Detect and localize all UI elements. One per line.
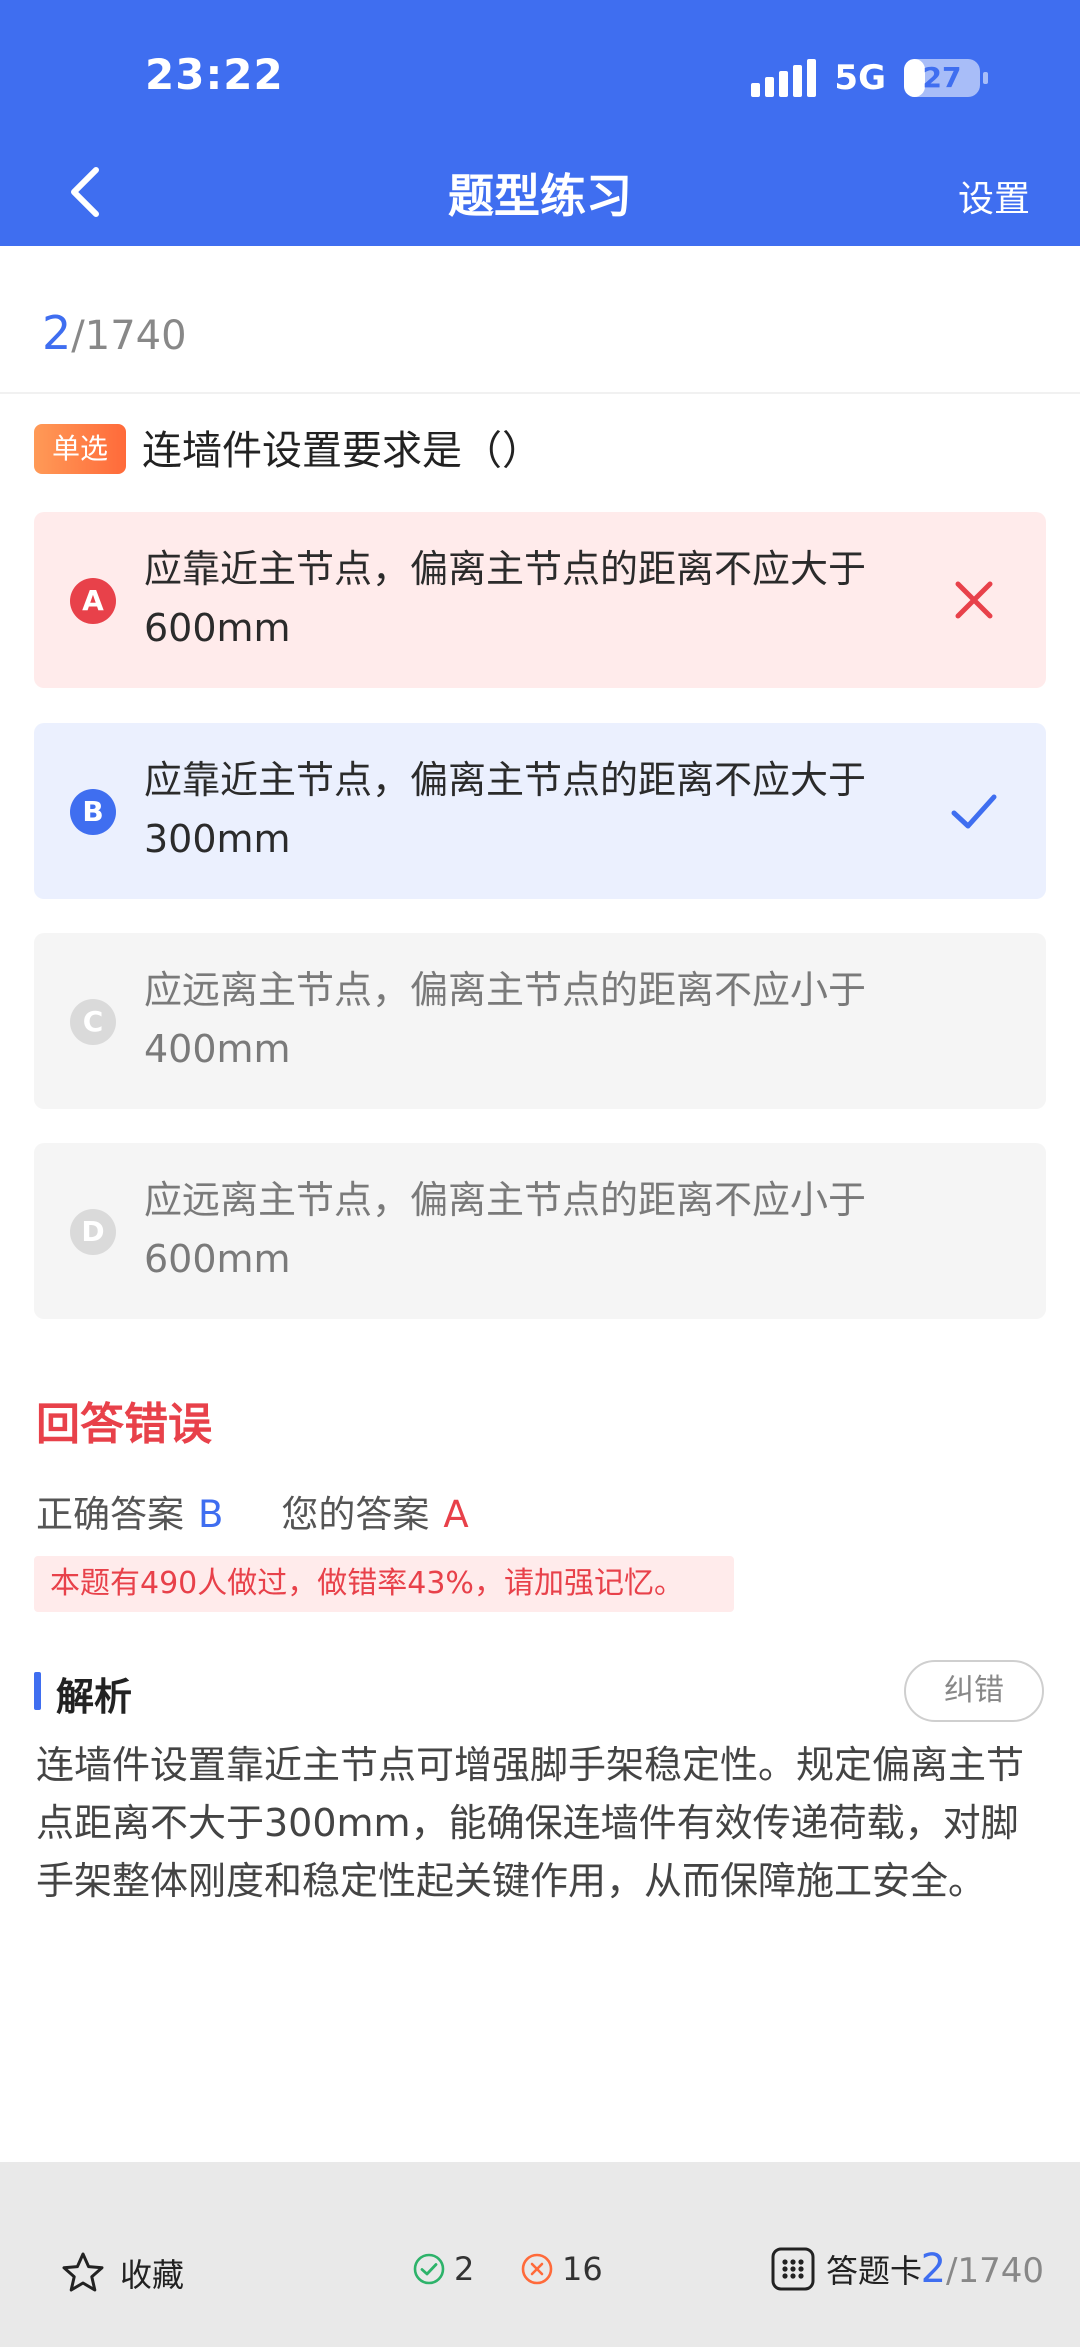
divider — [0, 392, 1080, 394]
settings-button[interactable]: 设置 — [958, 170, 1030, 222]
correct-answer-label: 正确答案 — [36, 1493, 184, 1536]
your-answer-value: A — [443, 1493, 469, 1536]
progress-current: 2 — [42, 306, 72, 360]
option-letter: D — [70, 1209, 116, 1255]
battery-level: 27 — [922, 61, 962, 94]
battery-cap — [983, 72, 988, 84]
status-time: 23:22 — [145, 50, 284, 99]
grid-icon — [771, 2247, 815, 2291]
option-letter: A — [70, 578, 116, 624]
answer-card-button[interactable]: 答题卡 — [770, 2246, 922, 2292]
star-outline-icon — [62, 2252, 104, 2292]
network-type: 5G — [834, 58, 886, 98]
option-a[interactable]: A 应靠近主节点，偏离主节点的距离不应大于600mm — [34, 512, 1046, 688]
result-title: 回答错误 — [36, 1399, 212, 1450]
answer-card-label: 答题卡 — [826, 2252, 923, 2290]
option-text: 应远离主节点，偏离主节点的距离不应小于600mm — [144, 1178, 867, 1281]
correct-count-value: 2 — [454, 2250, 475, 2288]
page-title: 题型练习 — [448, 169, 632, 223]
status-indicators: 5G 27 — [751, 58, 988, 98]
favorite-button[interactable]: 收藏 — [60, 2250, 184, 2296]
question-progress: 2/1740 — [42, 306, 187, 360]
section-accent-bar — [34, 1672, 41, 1710]
bottom-toolbar: 收藏 2 16 答题卡 2/1740 — [0, 2162, 1080, 2347]
signal-icon — [751, 59, 817, 97]
check-circle-icon — [413, 2253, 445, 2285]
analysis-text: 连墙件设置靠近主节点可增强脚手架稳定性。规定偏离主节点距离不大于300mm，能确… — [36, 1743, 1025, 1903]
option-letter: B — [70, 789, 116, 835]
battery-icon: 27 — [904, 59, 988, 97]
option-d[interactable]: D 应远离主节点，偏离主节点的距离不应小于600mm — [34, 1143, 1046, 1319]
correct-count: 2 — [412, 2250, 474, 2288]
wrong-count-value: 16 — [562, 2250, 603, 2288]
bottom-progress: 2/1740 — [921, 2246, 1044, 2292]
wrong-count: 16 — [520, 2250, 603, 2288]
report-error-button[interactable]: 纠错 — [904, 1660, 1044, 1722]
bottom-progress-total: /1740 — [946, 2251, 1044, 2291]
bottom-progress-current: 2 — [920, 2246, 947, 2292]
option-c[interactable]: C 应远离主节点，偏离主节点的距离不应小于400mm — [34, 933, 1046, 1109]
favorite-label: 收藏 — [120, 2256, 185, 2294]
answer-summary: 正确答案 B 您的答案 A — [36, 1484, 469, 1538]
option-b[interactable]: B 应靠近主节点，偏离主节点的距离不应大于300mm — [34, 723, 1046, 899]
option-text: 应靠近主节点，偏离主节点的距离不应大于300mm — [144, 758, 867, 861]
progress-total: /1740 — [71, 313, 187, 359]
analysis-title: 解析 — [56, 1675, 133, 1719]
question-type-badge: 单选 — [34, 424, 126, 474]
close-icon — [955, 581, 993, 619]
correct-answer-value: B — [198, 1493, 224, 1536]
question-text: 连墙件设置要求是（） — [142, 428, 542, 474]
app-header: 23:22 5G 27 题型练习 设置 — [0, 0, 1080, 246]
your-answer-label: 您的答案 — [281, 1493, 430, 1536]
error-rate-banner: 本题有490人做过，做错率43%，请加强记忆。 — [34, 1556, 734, 1612]
option-text: 应远离主节点，偏离主节点的距离不应小于400mm — [144, 968, 867, 1071]
option-letter: C — [70, 999, 116, 1045]
x-circle-icon — [521, 2253, 553, 2285]
option-text: 应靠近主节点，偏离主节点的距离不应大于600mm — [144, 547, 867, 650]
check-icon — [951, 794, 997, 829]
